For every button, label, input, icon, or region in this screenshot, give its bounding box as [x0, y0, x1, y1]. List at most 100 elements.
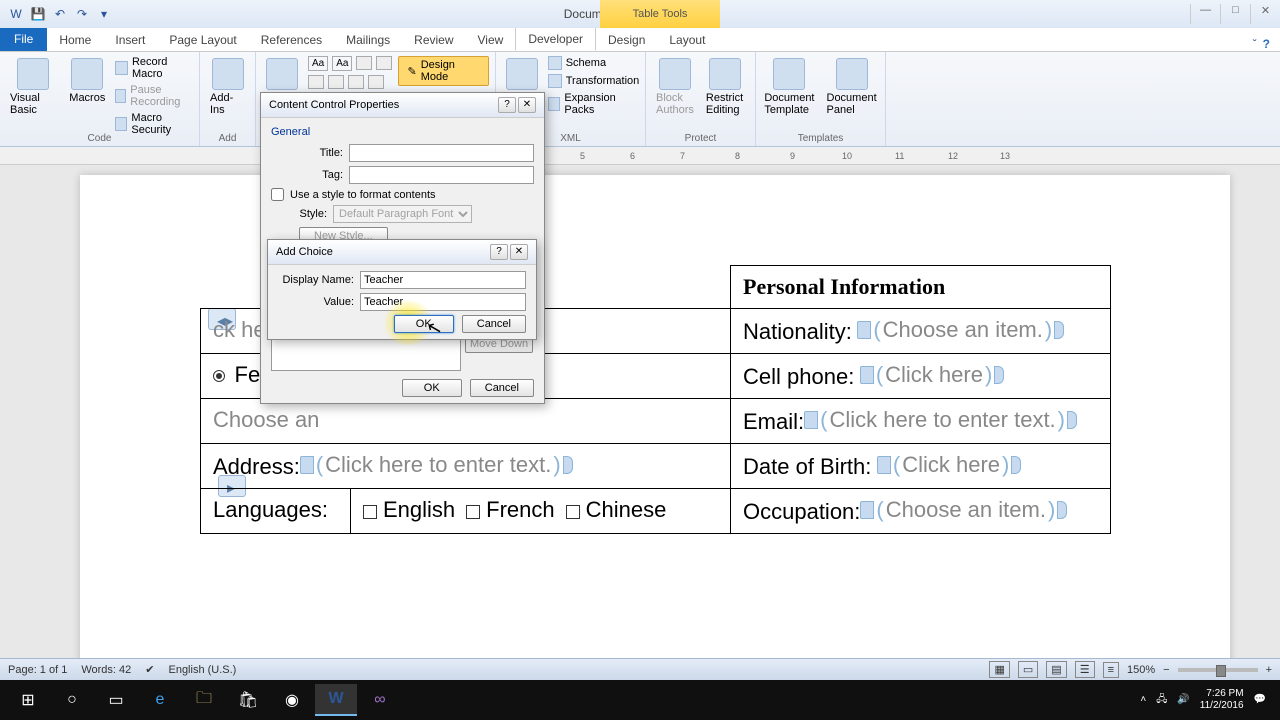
control-combo-icon[interactable]	[376, 56, 392, 70]
word-taskbar-icon[interactable]: W	[315, 684, 357, 716]
display-name-input[interactable]	[360, 271, 526, 289]
tab-review[interactable]: Review	[402, 29, 465, 51]
control-dropdown-icon[interactable]	[308, 75, 324, 89]
choose-placeholder[interactable]: Choose an	[213, 407, 319, 432]
horizontal-ruler[interactable]: 5678910111213	[0, 147, 1280, 165]
control-legacy-icon[interactable]	[368, 75, 384, 89]
chrome-icon[interactable]: ◉	[271, 684, 313, 716]
notifications-icon[interactable]: 💬	[1254, 694, 1266, 706]
clock-date[interactable]: 11/2/2016	[1200, 700, 1244, 712]
cell-placeholder[interactable]: Click here	[885, 362, 983, 388]
store-icon[interactable]: 🛍	[227, 684, 269, 716]
control-checkbox-icon[interactable]	[348, 75, 364, 89]
value-input[interactable]	[360, 293, 526, 311]
tray-up-icon[interactable]: ˄	[1140, 694, 1146, 706]
dialog-close-button[interactable]: ✕	[518, 97, 536, 113]
add-choice-ok-button[interactable]: OK	[394, 315, 454, 333]
visual-basic-button[interactable]: Visual Basic	[6, 56, 59, 118]
tab-home[interactable]: Home	[47, 29, 103, 51]
start-button[interactable]: ⊞	[7, 684, 49, 716]
dialog-title: Content Control Properties	[269, 99, 399, 111]
lang-chinese-checkbox[interactable]	[566, 505, 580, 519]
word-count[interactable]: Words: 42	[81, 664, 131, 676]
gender-female-radio[interactable]	[213, 370, 225, 382]
tab-design[interactable]: Design	[596, 29, 657, 51]
lang-english-checkbox[interactable]	[363, 505, 377, 519]
dialog-help-button[interactable]: ?	[498, 97, 516, 113]
clock-time[interactable]: 7:26 PM	[1200, 688, 1244, 700]
view-print-layout-icon[interactable]: ▦	[989, 661, 1009, 678]
tab-mailings[interactable]: Mailings	[334, 29, 402, 51]
dob-placeholder[interactable]: Click here	[902, 452, 1000, 478]
nationality-placeholder[interactable]: Choose an item.	[883, 317, 1043, 343]
proofing-icon[interactable]: ✔	[145, 663, 154, 676]
tab-layout[interactable]: Layout	[657, 29, 717, 51]
control-date-icon[interactable]	[328, 75, 344, 89]
document-panel-button[interactable]: Document Panel	[823, 56, 881, 118]
volume-icon[interactable]: 🔊	[1177, 694, 1189, 706]
tab-references[interactable]: References	[249, 29, 334, 51]
style-select[interactable]: Default Paragraph Font	[333, 205, 472, 223]
pause-recording-button[interactable]: Pause Recording	[115, 84, 193, 108]
zoom-slider[interactable]	[1178, 668, 1258, 672]
structure-button[interactable]	[502, 56, 542, 92]
design-mode-button[interactable]: ✎Design Mode	[398, 56, 489, 86]
use-style-checkbox[interactable]	[271, 188, 284, 201]
title-input[interactable]	[349, 144, 534, 162]
control-rt-icon[interactable]: Aa	[308, 56, 328, 71]
visual-studio-icon[interactable]: ∞	[359, 684, 401, 716]
add-choice-cancel-button[interactable]: Cancel	[462, 315, 526, 333]
view-outline-icon[interactable]: ☰	[1075, 661, 1095, 678]
schema-button[interactable]: Schema	[548, 56, 640, 70]
restrict-editing-button[interactable]: Restrict Editing	[702, 56, 749, 118]
dialog-help-button[interactable]: ?	[490, 244, 508, 260]
edge-icon[interactable]: e	[139, 684, 181, 716]
tag-input[interactable]	[349, 166, 534, 184]
occupation-placeholder[interactable]: Choose an item.	[886, 497, 1046, 523]
task-view-icon[interactable]: ▭	[95, 684, 137, 716]
email-label: Email:	[743, 409, 804, 434]
maximize-button[interactable]: □	[1220, 4, 1250, 24]
zoom-level[interactable]: 150%	[1127, 664, 1155, 676]
record-macro-button[interactable]: Record Macro	[115, 56, 193, 80]
view-draft-icon[interactable]: ≡	[1103, 662, 1119, 678]
control-picture-icon[interactable]	[356, 56, 372, 70]
redo-icon[interactable]: ↷	[74, 6, 90, 22]
lang-french-checkbox[interactable]	[466, 505, 480, 519]
view-full-screen-icon[interactable]: ▭	[1018, 661, 1038, 678]
macros-button[interactable]: Macros	[65, 56, 109, 106]
address-placeholder[interactable]: Click here to enter text.	[325, 452, 551, 478]
document-template-button[interactable]: Document Template	[760, 56, 818, 118]
minimize-button[interactable]: —	[1190, 4, 1220, 24]
zoom-out-button[interactable]: −	[1163, 664, 1169, 676]
control-plain-icon[interactable]: Aa	[332, 56, 352, 71]
qat-more-icon[interactable]: ▾	[96, 6, 112, 22]
properties-cancel-button[interactable]: Cancel	[470, 379, 534, 397]
page-status[interactable]: Page: 1 of 1	[8, 664, 67, 676]
addins-button[interactable]: Add-Ins	[206, 56, 249, 118]
dialog-close-button[interactable]: ✕	[510, 244, 528, 260]
network-icon[interactable]: 🖧	[1156, 694, 1167, 706]
tab-page-layout[interactable]: Page Layout	[157, 29, 248, 51]
help-icon[interactable]: ?	[1263, 37, 1270, 51]
tab-view[interactable]: View	[466, 29, 516, 51]
email-placeholder[interactable]: Click here to enter text.	[829, 407, 1055, 433]
properties-ok-button[interactable]: OK	[402, 379, 462, 397]
undo-icon[interactable]: ↶	[52, 6, 68, 22]
tab-developer[interactable]: Developer	[515, 27, 596, 51]
minimize-ribbon-icon[interactable]: ˇ	[1253, 37, 1257, 51]
expansion-packs-button[interactable]: Expansion Packs	[548, 92, 640, 116]
language-status[interactable]: English (U.S.)	[168, 664, 236, 676]
view-web-icon[interactable]: ▤	[1046, 661, 1066, 678]
tab-insert[interactable]: Insert	[103, 29, 157, 51]
transformation-button[interactable]: Transformation	[548, 74, 640, 88]
block-authors-button[interactable]: Block Authors	[652, 56, 698, 118]
close-button[interactable]: ✕	[1250, 4, 1280, 24]
zoom-in-button[interactable]: +	[1266, 664, 1272, 676]
file-tab[interactable]: File	[0, 27, 47, 51]
explorer-icon[interactable]: 🗀	[183, 684, 225, 716]
document-area[interactable]: ◂▸ ▸ Personal Information ck here to ent…	[0, 165, 1280, 680]
search-icon[interactable]: ○	[51, 684, 93, 716]
controls-gallery[interactable]	[262, 56, 302, 92]
save-icon[interactable]: 💾	[30, 6, 46, 22]
